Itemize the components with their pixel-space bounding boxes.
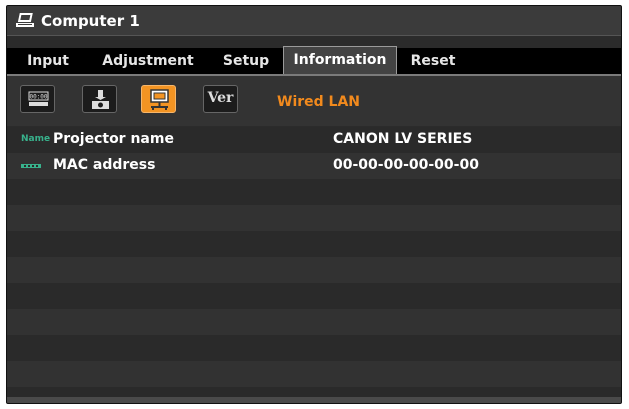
list-item: [7, 335, 621, 361]
clock-icon: 00:00: [28, 91, 49, 106]
list-item: MAC address 00-00-00-00-00-00: [7, 153, 621, 179]
list-item: [7, 309, 621, 335]
mac-address-label: MAC address: [53, 157, 156, 173]
tab-reset[interactable]: Reset: [399, 48, 467, 75]
section-title: Wired LAN: [277, 94, 361, 110]
list-item: [7, 257, 621, 283]
name-tag-icon: Name: [21, 134, 51, 144]
menu-tabs: Input Adjustment Setup Information Reset: [7, 46, 621, 75]
list-item: Name Projector name CANON LV SERIES: [7, 127, 621, 153]
wired-lan-button[interactable]: [141, 85, 176, 113]
list-item: [7, 283, 621, 309]
tab-input[interactable]: Input: [7, 48, 89, 75]
clock-button[interactable]: 00:00: [20, 85, 55, 113]
list-item: [7, 179, 621, 205]
status-bar: [7, 397, 621, 403]
tab-setup[interactable]: Setup: [210, 48, 282, 75]
osd-menu-window: Computer 1 Input Adjustment Setup Inform…: [6, 5, 622, 404]
tab-information[interactable]: Information: [283, 46, 397, 75]
window-title: Computer 1: [41, 12, 140, 30]
mac-address-icon: [21, 164, 41, 168]
mac-address-value: 00-00-00-00-00-00: [333, 157, 479, 173]
version-button[interactable]: Ver: [203, 85, 238, 113]
tab-adjustment[interactable]: Adjustment: [94, 48, 202, 75]
title-bar: Computer 1: [7, 6, 621, 36]
computer-input-icon: [16, 13, 34, 27]
list-item: [7, 231, 621, 257]
svg-text:00:00: 00:00: [29, 94, 47, 101]
projector-name-value: CANON LV SERIES: [333, 131, 473, 147]
info-list: Name Projector name CANON LV SERIES MAC …: [7, 127, 621, 403]
list-item: [7, 387, 621, 397]
projector-lamp-icon: [92, 90, 109, 109]
projector-name-label: Projector name: [53, 131, 174, 147]
list-item: [7, 205, 621, 231]
lamp-button[interactable]: [82, 85, 117, 113]
list-item: [7, 361, 621, 387]
version-icon: Ver: [207, 90, 234, 106]
wired-lan-icon: [150, 89, 169, 110]
